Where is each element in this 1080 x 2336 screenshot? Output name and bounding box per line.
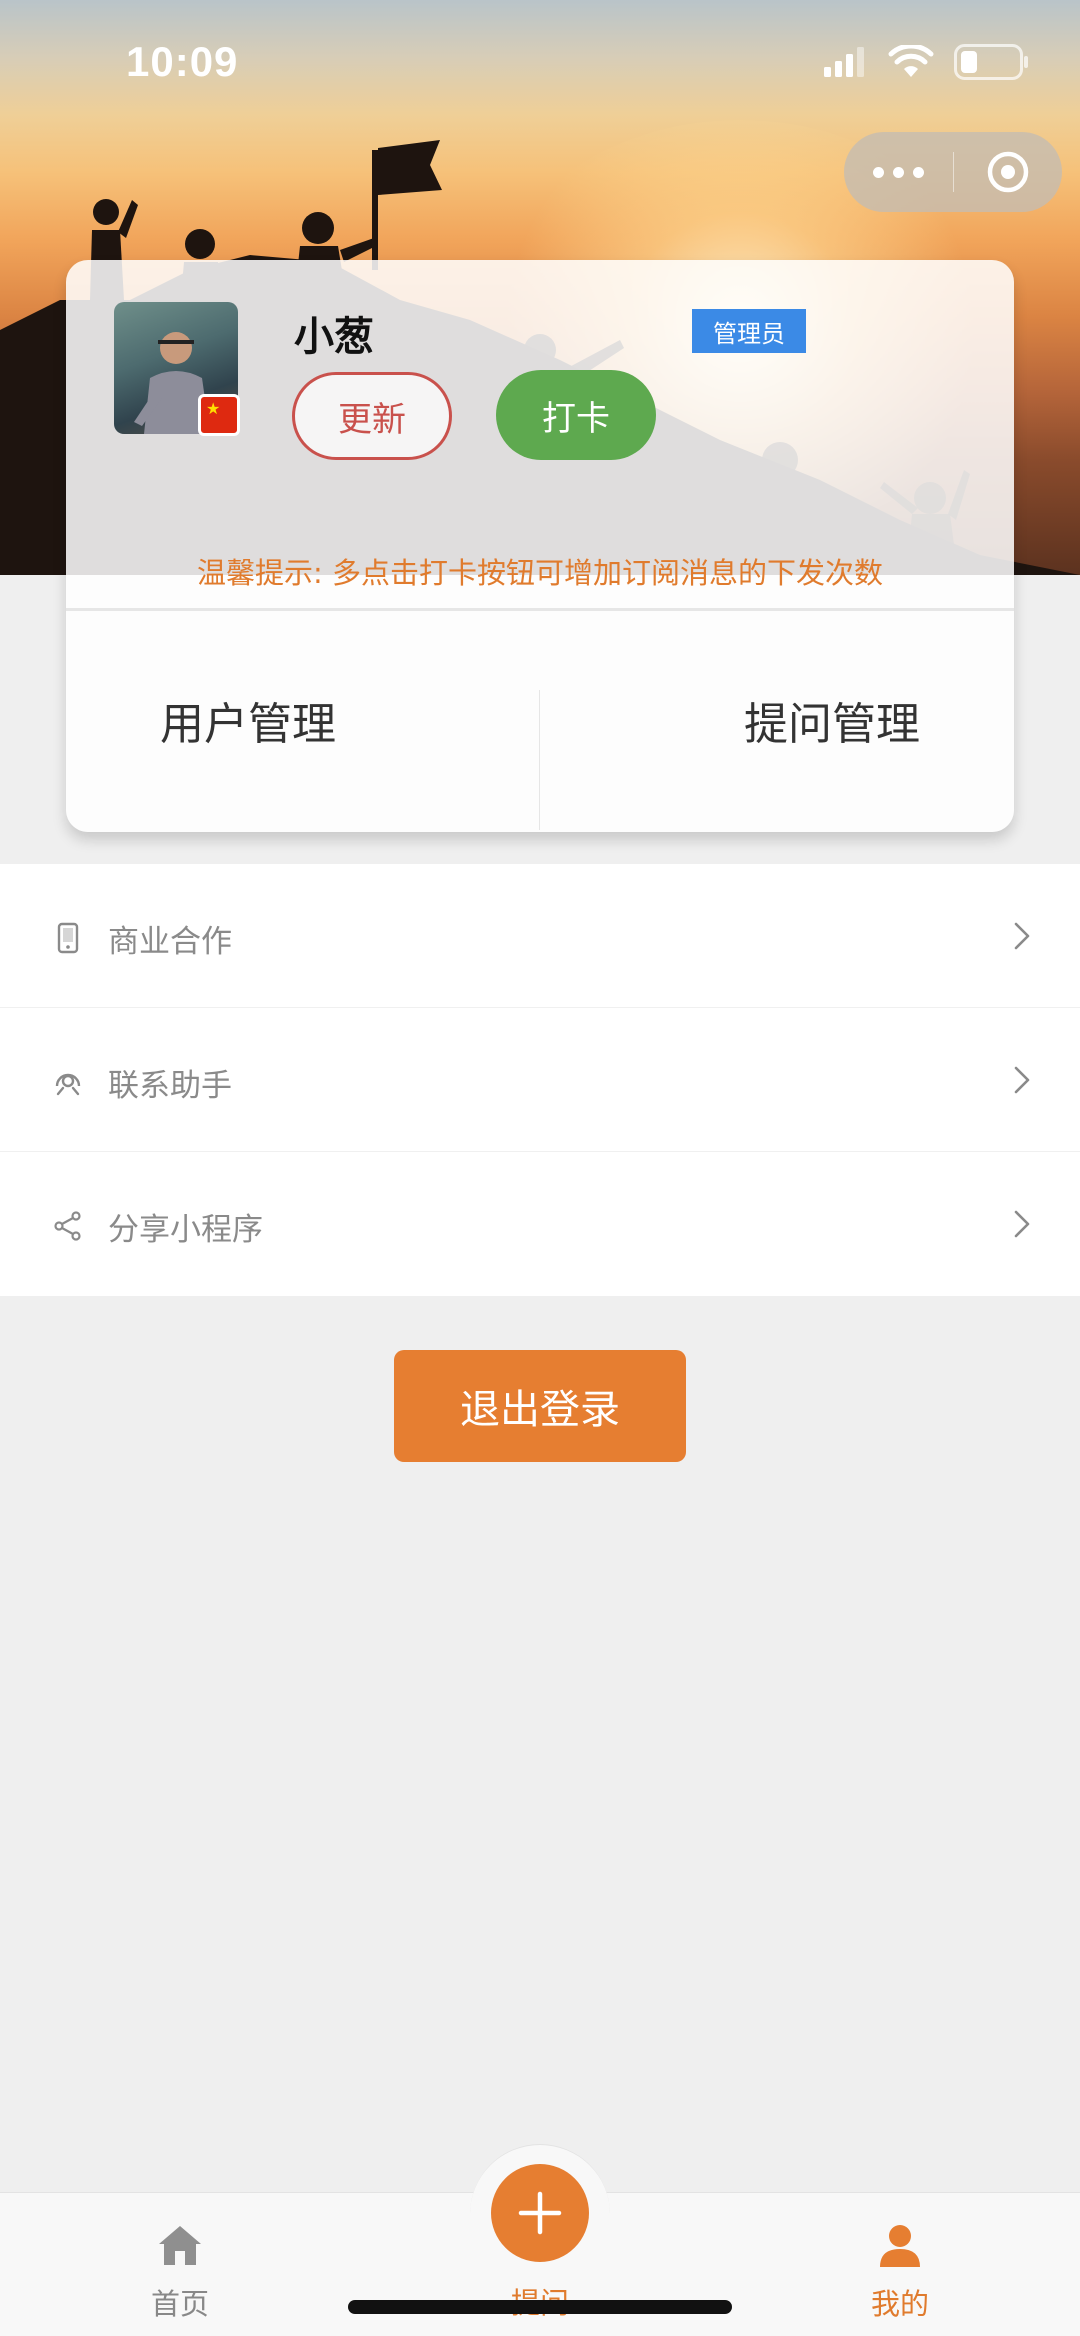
tip-text: 温馨提示: 多点击打卡按钮可增加订阅消息的下发次数 (197, 556, 883, 590)
wifi-icon (888, 45, 934, 77)
update-button[interactable]: 更新 (292, 372, 452, 460)
headset-icon (55, 1073, 81, 1096)
menu-item-contact[interactable]: 联系助手 (0, 1008, 1080, 1152)
tab-mine[interactable]: 我的 (800, 2193, 1000, 2336)
home-indicator (348, 2300, 732, 2314)
status-time: 10:09 (126, 38, 239, 85)
ask-button[interactable] (491, 2164, 589, 2262)
checkin-button[interactable]: 打卡 (496, 370, 656, 460)
battery-icon (954, 44, 1028, 80)
tab-home[interactable]: 首页 (80, 2193, 280, 2336)
user-management-button[interactable]: 用户管理 (66, 680, 540, 760)
chevron-right-icon (1014, 1210, 1030, 1238)
china-flag-icon (198, 394, 240, 436)
tab-home-label: 首页 (150, 2287, 209, 2321)
tab-mine-label: 我的 (870, 2287, 929, 2321)
profile-card: 小葱 管理员 更新 打卡 温馨提示: 多点击打卡按钮可增加订阅消息的下发次数 用… (66, 260, 1014, 832)
menu-item-label: 联系助手 (108, 1068, 232, 1104)
chevron-right-icon (1014, 922, 1030, 950)
target-close-icon[interactable] (954, 132, 1062, 212)
chevron-right-icon (1014, 1066, 1030, 1094)
card-divider (66, 608, 1014, 611)
menu-list: 商业合作 联系助手 分享小程序 (0, 864, 1080, 1296)
logout-button[interactable]: 退出登录 (394, 1350, 686, 1462)
menu-item-share[interactable]: 分享小程序 (0, 1152, 1080, 1296)
signal-icon (824, 47, 864, 77)
more-dots-icon[interactable] (844, 132, 953, 212)
mini-program-capsule (844, 132, 1062, 212)
share-icon (54, 1211, 81, 1241)
user-name: 小葱 (294, 314, 374, 360)
home-icon (159, 2226, 201, 2265)
user-icon (880, 2225, 920, 2267)
menu-item-label: 商业合作 (108, 924, 232, 960)
plus-icon (518, 2191, 562, 2235)
role-badge: 管理员 (692, 309, 806, 353)
menu-item-label: 分享小程序 (108, 1212, 263, 1248)
question-management-button[interactable]: 提问管理 (540, 680, 1014, 760)
status-icons (824, 40, 1030, 84)
phone-icon (57, 922, 79, 954)
menu-item-business[interactable]: 商业合作 (0, 864, 1080, 1008)
